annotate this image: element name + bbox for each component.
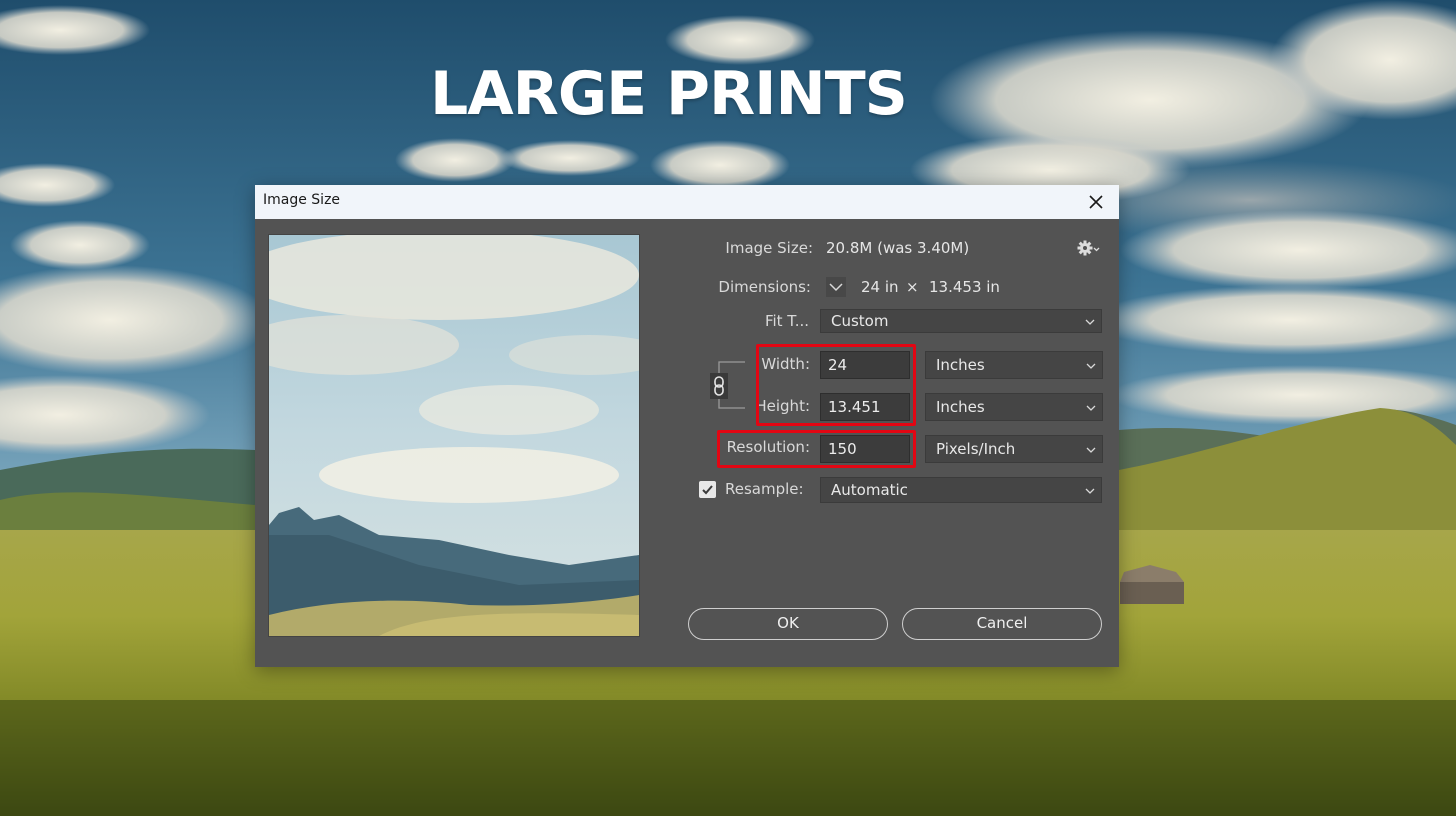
- height-unit-select[interactable]: Inches: [925, 393, 1103, 421]
- image-size-label: Image Size:: [725, 239, 813, 257]
- resample-select[interactable]: Automatic: [820, 477, 1102, 503]
- resample-value: Automatic: [831, 481, 908, 499]
- chevron-down-icon: [1085, 319, 1095, 325]
- fit-to-select[interactable]: Custom: [820, 309, 1102, 333]
- resample-checkbox[interactable]: [699, 481, 716, 498]
- image-size-dialog: Image Size Image Size: 20.8M (was 3.40M)…: [255, 185, 1119, 667]
- dimensions-times: ×: [906, 278, 919, 296]
- constrain-proportions-button[interactable]: [710, 373, 728, 399]
- close-button[interactable]: [1073, 185, 1119, 219]
- chevron-down-icon: [829, 283, 843, 292]
- dimensions-toggle[interactable]: [826, 277, 846, 297]
- image-preview[interactable]: [268, 234, 640, 637]
- cancel-button[interactable]: Cancel: [902, 608, 1102, 640]
- fit-to-value: Custom: [831, 312, 889, 330]
- preview-thumbnail-image: [269, 235, 639, 636]
- dimensions-width-value: 24 in: [861, 278, 899, 296]
- chain-link-icon: [714, 376, 724, 396]
- resample-label: Resample:: [725, 480, 804, 498]
- width-height-highlight-box: [756, 344, 916, 426]
- dimensions-height-value: 13.453 in: [929, 278, 1000, 296]
- ok-button[interactable]: OK: [688, 608, 888, 640]
- width-unit-value: Inches: [936, 356, 985, 374]
- image-size-value: 20.8M (was 3.40M): [826, 239, 970, 257]
- close-icon: [1089, 195, 1103, 209]
- dialog-title: Image Size: [263, 192, 341, 208]
- checkmark-icon: [702, 485, 713, 495]
- chevron-down-icon: [1085, 488, 1095, 494]
- settings-button[interactable]: [1077, 239, 1101, 259]
- headline-title: LARGE PRINTS: [430, 59, 908, 129]
- chevron-down-icon: [1086, 447, 1096, 453]
- fit-to-label: Fit T...: [764, 312, 809, 330]
- chevron-down-icon: [1086, 405, 1096, 411]
- height-unit-value: Inches: [936, 398, 985, 416]
- resolution-highlight-box: [717, 430, 916, 468]
- chevron-down-icon: [1086, 363, 1096, 369]
- gear-icon: [1077, 240, 1100, 256]
- dialog-titlebar: Image Size: [255, 185, 1119, 219]
- resolution-unit-value: Pixels/Inch: [936, 440, 1016, 458]
- width-unit-select[interactable]: Inches: [925, 351, 1103, 379]
- resolution-unit-select[interactable]: Pixels/Inch: [925, 435, 1103, 463]
- dimensions-label: Dimensions:: [718, 278, 811, 296]
